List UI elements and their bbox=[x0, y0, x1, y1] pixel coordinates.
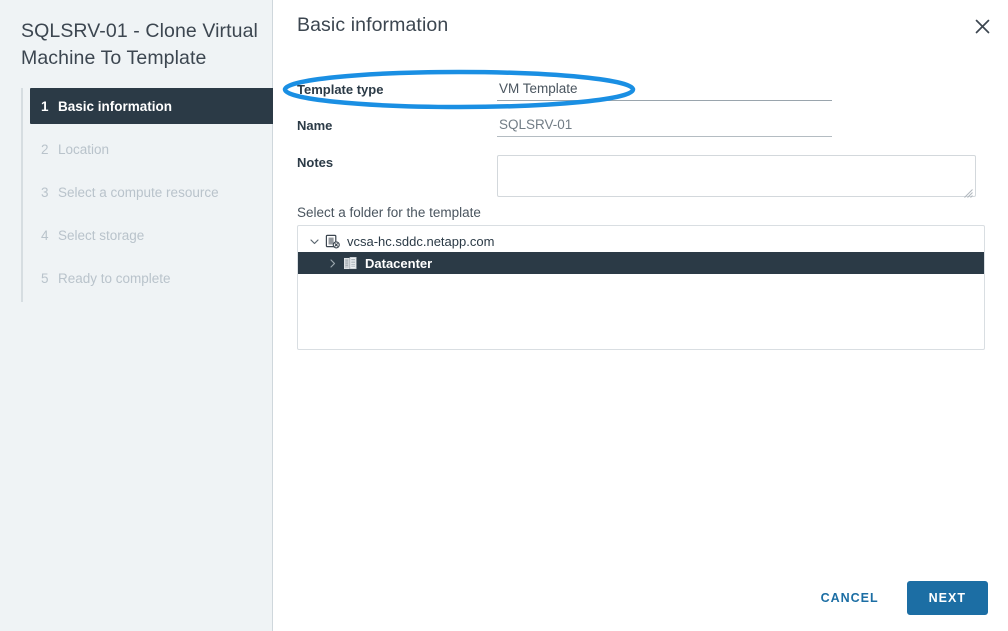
template-type-select[interactable]: VM Template bbox=[497, 78, 832, 101]
folder-tree-panel[interactable]: vcsa-hc.sddc.netapp.com Datacenter bbox=[297, 225, 985, 350]
close-button[interactable] bbox=[968, 14, 996, 42]
close-icon bbox=[975, 19, 990, 37]
notes-label: Notes bbox=[297, 155, 334, 170]
vcenter-server-icon bbox=[322, 234, 342, 249]
step-label: Select storage bbox=[58, 227, 145, 243]
step-number: 1 bbox=[41, 98, 49, 114]
datacenter-icon bbox=[340, 256, 360, 271]
chevron-right-icon[interactable] bbox=[324, 258, 340, 268]
step-label: Select a compute resource bbox=[58, 184, 219, 200]
wizard-step-list: 1 Basic information 2 Location 3 Select … bbox=[21, 88, 275, 302]
step-label: Basic information bbox=[58, 98, 173, 114]
wizard-main-panel: Basic information Template type VM Templ… bbox=[273, 0, 1008, 631]
step-label: Location bbox=[58, 141, 110, 157]
wizard-title: SQLSRV-01 - Clone Virtual Machine To Tem… bbox=[21, 20, 258, 69]
sidebar-step-select-compute-resource[interactable]: 3 Select a compute resource bbox=[23, 174, 275, 210]
sidebar-step-location[interactable]: 2 Location bbox=[23, 131, 275, 167]
folder-tree-caption: Select a folder for the template bbox=[297, 205, 481, 220]
step-number: 2 bbox=[41, 141, 49, 157]
resize-grip-icon bbox=[964, 185, 973, 198]
clone-vm-to-template-wizard: SQLSRV-01 - Clone Virtual Machine To Tem… bbox=[0, 0, 1008, 631]
page-title: Basic information bbox=[297, 14, 449, 36]
name-label: Name bbox=[297, 118, 333, 133]
cancel-button[interactable]: CANCEL bbox=[811, 583, 889, 613]
tree-node-vcenter[interactable]: vcsa-hc.sddc.netapp.com bbox=[298, 230, 984, 252]
name-input[interactable]: SQLSRV-01 bbox=[497, 114, 832, 137]
notes-textarea[interactable] bbox=[497, 155, 976, 198]
tree-node-datacenter[interactable]: Datacenter bbox=[298, 252, 984, 274]
tree-node-label: Datacenter bbox=[365, 255, 433, 271]
chevron-down-icon[interactable] bbox=[306, 237, 322, 246]
template-type-label: Template type bbox=[297, 81, 384, 97]
basic-information-form: Template type VM Template Name SQLSRV-01… bbox=[297, 72, 984, 213]
tree-node-label: vcsa-hc.sddc.netapp.com bbox=[347, 233, 495, 249]
form-row-notes: Notes bbox=[297, 145, 984, 213]
step-label: Ready to complete bbox=[58, 270, 171, 286]
wizard-sidebar: SQLSRV-01 - Clone Virtual Machine To Tem… bbox=[0, 0, 275, 631]
form-row-template-type: Template type VM Template bbox=[297, 72, 984, 106]
step-number: 3 bbox=[41, 184, 49, 200]
step-number: 5 bbox=[41, 270, 49, 286]
step-number: 4 bbox=[41, 227, 49, 243]
form-row-name: Name SQLSRV-01 bbox=[297, 106, 984, 145]
wizard-footer: CANCEL NEXT bbox=[811, 581, 988, 615]
next-button[interactable]: NEXT bbox=[906, 581, 988, 615]
sidebar-step-basic-information[interactable]: 1 Basic information bbox=[30, 88, 274, 124]
sidebar-step-select-storage[interactable]: 4 Select storage bbox=[23, 217, 275, 253]
sidebar-step-ready-to-complete[interactable]: 5 Ready to complete bbox=[23, 260, 275, 296]
